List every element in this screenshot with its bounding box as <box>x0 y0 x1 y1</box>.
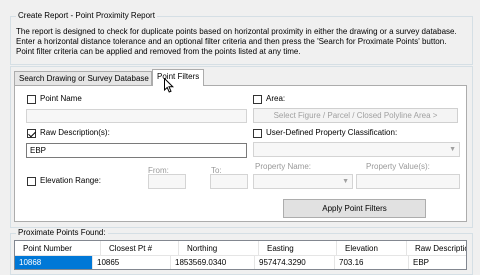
area-label: Area: <box>266 94 286 103</box>
table-row-point-number[interactable]: 10868 <box>15 256 93 269</box>
report-title: Create Report - Point Proximity Report <box>16 11 157 21</box>
table-row-northing[interactable]: 1853569.0340 <box>171 256 255 269</box>
raw-description-checkbox[interactable] <box>27 129 36 138</box>
table-row-elevation[interactable]: 703.16 <box>335 256 409 269</box>
raw-description-field[interactable]: EBP <box>26 143 247 158</box>
area-checkbox[interactable] <box>253 95 262 104</box>
column-header-easting[interactable]: Easting <box>259 241 337 256</box>
select-area-button[interactable]: Select Figure / Parcel / Closed Polyline… <box>253 108 458 123</box>
elevation-to-field[interactable] <box>210 174 248 189</box>
point-name-field[interactable] <box>26 109 247 123</box>
column-header-raw-description[interactable]: Raw Description <box>407 241 466 256</box>
chevron-down-icon: ▼ <box>342 178 349 185</box>
apply-point-filters-button[interactable]: Apply Point Filters <box>283 199 426 218</box>
elevation-from-field[interactable] <box>148 174 186 189</box>
property-values-field[interactable] <box>356 174 460 189</box>
point-filters-panel: Point Name Raw Description(s): EBP Eleva… <box>14 85 467 222</box>
column-header-northing[interactable]: Northing <box>179 241 259 256</box>
column-header-point-number[interactable]: Point Number <box>15 241 101 256</box>
mouse-cursor-icon <box>164 78 174 93</box>
results-legend: Proximate Points Found: <box>16 228 108 238</box>
table-row-easting[interactable]: 957474.3290 <box>255 256 335 269</box>
column-header-elevation[interactable]: Elevation <box>337 241 407 256</box>
table-row-closest-pt[interactable]: 10865 <box>93 256 171 269</box>
tab-search-drawing[interactable]: Search Drawing or Survey Database <box>14 71 152 85</box>
report-description: The report is designed to check for dupl… <box>16 27 457 56</box>
tab-point-filters[interactable]: Point Filters <box>152 69 204 86</box>
point-name-label: Point Name <box>40 94 82 103</box>
user-defined-checkbox[interactable] <box>253 129 262 138</box>
property-name-label: Property Name: <box>255 162 312 171</box>
table-row-raw-description[interactable]: EBP <box>409 256 466 269</box>
property-classification-select[interactable]: ▼ <box>253 142 460 157</box>
elevation-range-label: Elevation Range: <box>40 176 101 185</box>
property-name-select[interactable]: ▼ <box>253 174 353 189</box>
user-defined-label: User-Defined Property Classification: <box>266 128 398 137</box>
results-table[interactable]: Point Number Closest Pt # Northing Easti… <box>14 240 467 270</box>
raw-description-label: Raw Description(s): <box>40 128 110 137</box>
chevron-down-icon: ▼ <box>449 146 456 153</box>
column-header-closest-pt[interactable]: Closest Pt # <box>101 241 179 256</box>
point-name-checkbox[interactable] <box>27 95 36 104</box>
elevation-range-checkbox[interactable] <box>27 177 36 186</box>
property-values-label: Property Value(s): <box>366 162 430 171</box>
